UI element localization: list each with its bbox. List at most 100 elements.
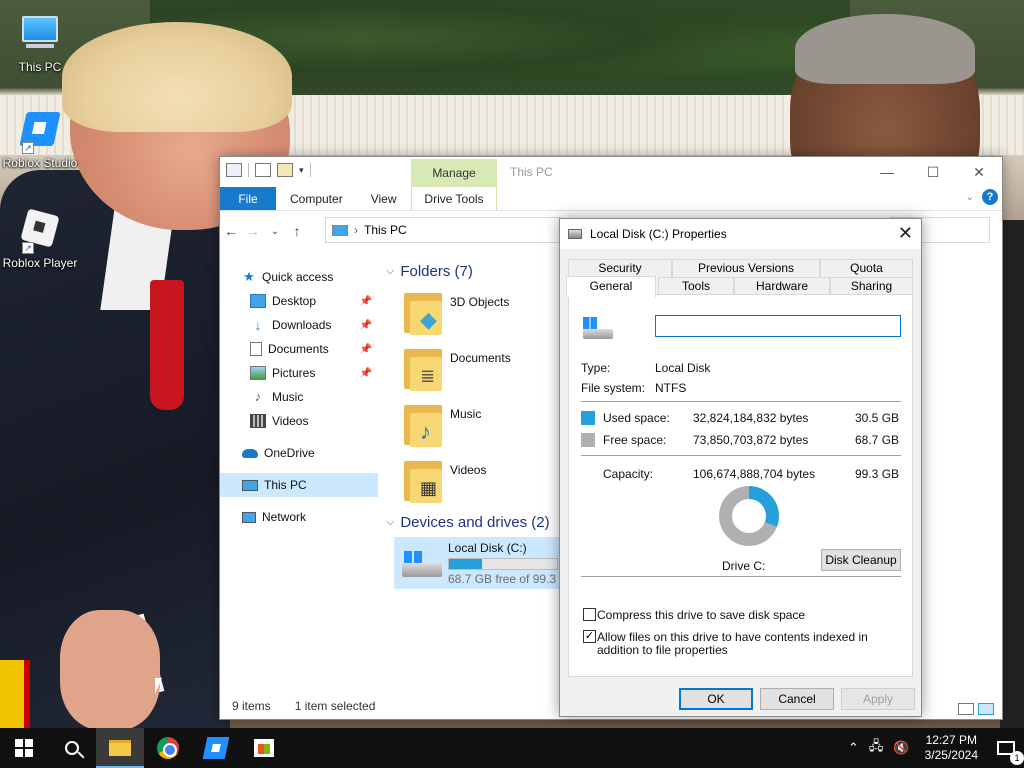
folder-name: Documents — [450, 351, 511, 365]
drive-tile-c[interactable]: Local Disk (C:) 68.7 GB free of 99.3 GB — [394, 537, 577, 589]
capacity-gb: 99.3 GB — [855, 467, 900, 481]
minimize-button[interactable]: — — [864, 157, 910, 187]
tab-drive-tools[interactable]: Drive Tools — [411, 187, 497, 211]
devices-group-header[interactable]: ⌵ Devices and drives (2) — [386, 514, 550, 531]
cloud-icon — [242, 448, 258, 458]
compress-checkbox[interactable] — [583, 608, 596, 621]
search-button[interactable] — [48, 728, 96, 768]
this-pc-icon — [242, 479, 258, 491]
taskbar-chrome[interactable] — [144, 728, 192, 768]
tab-manage[interactable]: Manage — [411, 159, 497, 187]
nav-label: Music — [272, 390, 304, 404]
cancel-button[interactable]: Cancel — [760, 688, 834, 710]
tab-file[interactable]: File — [220, 187, 276, 210]
nav-item-documents[interactable]: Documents 📌 — [220, 337, 378, 361]
folder-music[interactable]: ♪ Music — [404, 403, 481, 447]
file-system-value: NTFS — [655, 381, 687, 395]
taskbar-roblox-studio[interactable] — [192, 728, 240, 768]
file-system-label: File system: — [581, 381, 646, 395]
nav-label: Quick access — [262, 270, 334, 284]
tab-security[interactable]: Security — [568, 259, 672, 277]
desktop-folder-icon — [250, 294, 266, 308]
download-arrow-icon: ↓ — [254, 317, 262, 333]
close-button[interactable]: ✕ — [956, 157, 1002, 187]
nav-label: Desktop — [272, 294, 317, 308]
desktop-icon-label: This PC — [18, 60, 62, 74]
ribbon-tabs: File Computer View Drive Tools ⌄ ? — [220, 187, 1002, 211]
taskbar-file-explorer[interactable] — [96, 728, 144, 768]
start-button[interactable] — [0, 728, 48, 768]
used-space-label: Used space: — [603, 411, 670, 425]
tab-sharing[interactable]: Sharing — [830, 277, 913, 295]
folders-group-header[interactable]: ⌵ Folders (7) — [386, 263, 473, 280]
forward-arrow-icon[interactable]: → — [242, 223, 264, 239]
ok-button[interactable]: OK — [679, 688, 753, 710]
tab-quota[interactable]: Quota — [820, 259, 913, 277]
general-tab-panel: Type: Local Disk File system: NTFS Used … — [568, 294, 913, 677]
nav-item-this-pc[interactable]: This PC — [220, 473, 378, 497]
nav-item-downloads[interactable]: ↓ Downloads 📌 — [220, 313, 378, 337]
tabs-top-row: Security Previous Versions Quota — [568, 259, 913, 277]
desktop-icon-roblox-studio[interactable]: ↗ Roblox Studio — [0, 110, 80, 170]
disk-usage-donut — [719, 486, 779, 546]
pin-icon: 📌 — [359, 295, 372, 307]
folder-name: Music — [450, 407, 482, 421]
nav-item-quick-access[interactable]: ★ Quick access — [220, 265, 378, 289]
system-tray: ⌃ 🖧 🔇 12:27 PM 3/25/2024 1 — [843, 728, 1024, 768]
taskbar-store[interactable] — [240, 728, 288, 768]
windows-drive-icon — [400, 541, 442, 581]
videos-folder-icon: ▦ — [404, 459, 442, 503]
show-hidden-icons-icon[interactable]: ⌃ — [843, 740, 864, 756]
used-space-bytes: 32,824,184,832 bytes — [693, 411, 809, 425]
nav-item-desktop[interactable]: Desktop 📌 — [220, 289, 378, 313]
qat-dropdown-icon[interactable]: ▾ — [299, 165, 304, 176]
apply-button[interactable]: Apply — [841, 688, 915, 710]
nav-item-onedrive[interactable]: OneDrive — [220, 441, 378, 465]
folder-documents[interactable]: ≣ Documents — [404, 347, 511, 391]
folder-videos[interactable]: ▦ Videos — [404, 459, 486, 503]
nav-item-music[interactable]: ♪ Music — [220, 385, 378, 409]
folder-3d-objects[interactable]: ◆ 3D Objects — [404, 291, 509, 335]
index-checkbox[interactable]: ✓ — [583, 630, 596, 643]
recent-locations-icon[interactable]: ⌄ — [264, 226, 286, 237]
new-folder-qat-icon[interactable] — [277, 163, 293, 177]
nav-label: Network — [262, 510, 307, 524]
breadcrumb: This PC — [364, 223, 407, 237]
tab-general[interactable]: General — [566, 276, 656, 297]
volume-muted-icon[interactable]: 🔇 — [888, 740, 914, 756]
network-status-icon[interactable]: 🖧 — [864, 737, 889, 759]
nav-item-pictures[interactable]: Pictures 📌 — [220, 361, 378, 385]
tab-computer[interactable]: Computer — [276, 187, 357, 210]
action-center-button[interactable]: 1 — [988, 741, 1024, 765]
properties-qat-icon[interactable] — [255, 163, 271, 177]
this-pc-icon — [332, 224, 348, 236]
documents-folder-icon: ≣ — [404, 347, 442, 391]
back-arrow-icon[interactable]: ← — [220, 223, 242, 239]
expand-ribbon-icon[interactable]: ⌄ — [966, 192, 974, 203]
tab-view[interactable]: View — [357, 187, 411, 210]
desktop-icon-this-pc[interactable]: This PC — [0, 12, 80, 74]
this-pc-icon — [20, 16, 60, 56]
clock[interactable]: 12:27 PM 3/25/2024 — [915, 733, 988, 763]
tab-hardware[interactable]: Hardware — [734, 277, 830, 295]
volume-label-input[interactable] — [655, 315, 901, 337]
maximize-button[interactable]: ☐ — [910, 157, 956, 187]
address-bar[interactable]: › This PC — [325, 217, 561, 243]
nav-item-network[interactable]: Network — [220, 505, 378, 529]
up-arrow-icon[interactable]: ↑ — [286, 223, 308, 239]
help-icon[interactable]: ? — [982, 189, 998, 205]
disk-cleanup-button[interactable]: Disk Cleanup — [821, 549, 901, 571]
type-value: Local Disk — [655, 361, 711, 375]
used-space-swatch — [581, 411, 595, 425]
3d-objects-folder-icon: ◆ — [404, 291, 442, 335]
close-icon[interactable]: ✕ — [898, 223, 913, 244]
details-view-icon[interactable] — [958, 703, 974, 715]
tab-tools[interactable]: Tools — [658, 277, 734, 295]
network-icon — [242, 511, 256, 523]
free-space-label: Free space: — [603, 433, 667, 447]
nav-item-videos[interactable]: Videos — [220, 409, 378, 433]
desktop-icon-roblox-player[interactable]: ↗ Roblox Player — [0, 208, 80, 270]
explorer-titlebar: ▾ Manage This PC — ☐ ✕ — [220, 157, 1002, 187]
large-icons-view-icon[interactable] — [978, 703, 994, 715]
tab-previous-versions[interactable]: Previous Versions — [672, 259, 820, 277]
